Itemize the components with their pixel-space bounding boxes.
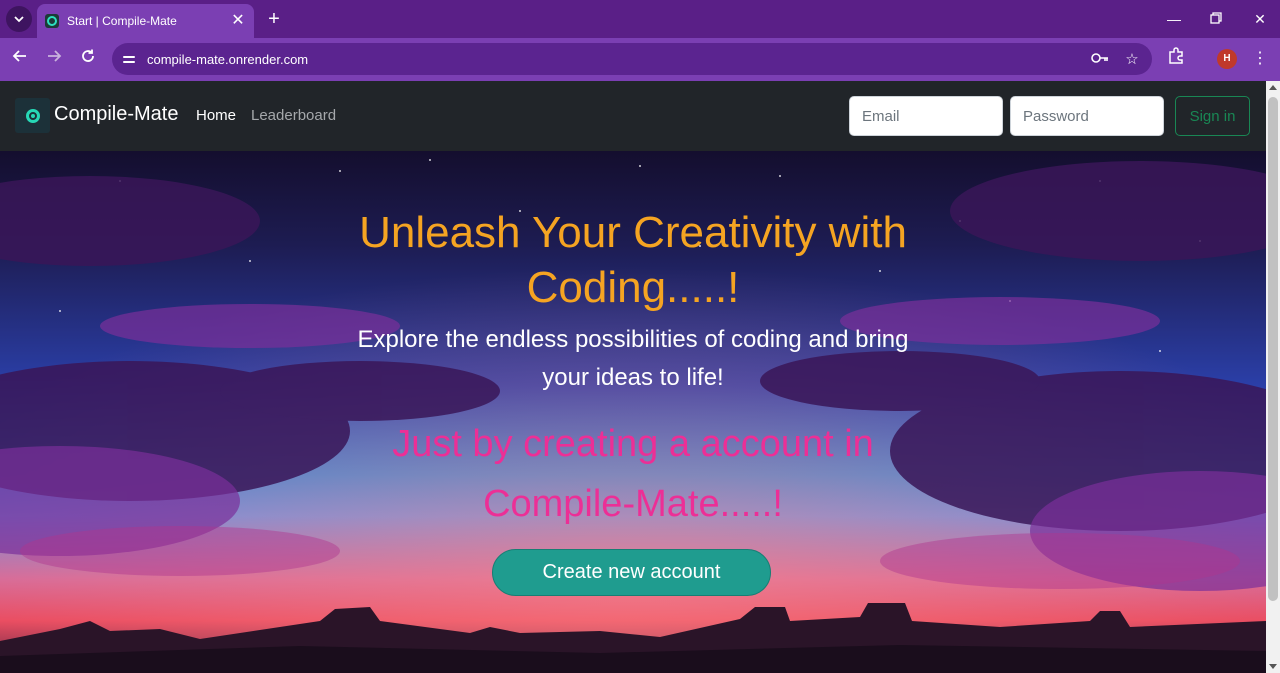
url-text[interactable]: compile-mate.onrender.com (147, 52, 1088, 67)
arrow-right-icon[interactable] (42, 47, 66, 71)
create-account-button[interactable]: Create new account (492, 549, 771, 596)
browser-tab[interactable]: Start | Compile-Mate ✕ (37, 4, 254, 38)
kebab-icon[interactable]: ⋮ (1248, 47, 1272, 71)
hero-subtitle-line-2: your ideas to life! (542, 364, 724, 391)
hero-section: Unleash Your Creativity with Coding.....… (0, 151, 1266, 673)
chevron-down-icon[interactable] (6, 6, 32, 32)
page-viewport: Compile-Mate Home Leaderboard Sign in (0, 81, 1266, 673)
password-field[interactable] (1010, 96, 1164, 136)
key-icon[interactable] (1088, 51, 1112, 68)
hero-title-line-2: Coding.....! (526, 263, 740, 312)
restore-icon[interactable] (1204, 8, 1228, 30)
browser-tab-bar: Start | Compile-Mate ✕ + — ✕ (0, 0, 1280, 38)
plus-icon[interactable]: + (262, 8, 286, 30)
reload-icon[interactable] (76, 47, 100, 71)
brand-name[interactable]: Compile-Mate (54, 103, 178, 126)
hero-cta-line-2: Compile-Mate.....! (483, 483, 783, 525)
address-bar[interactable]: compile-mate.onrender.com ☆ (112, 43, 1152, 75)
tab-title: Start | Compile-Mate (67, 14, 177, 28)
hero-cta-line-1: Just by creating a account in (392, 423, 874, 465)
minimize-icon[interactable]: — (1162, 8, 1186, 30)
site-navbar: Compile-Mate Home Leaderboard Sign in (0, 81, 1266, 151)
avatar[interactable]: H (1217, 49, 1237, 69)
favicon-icon (45, 14, 59, 28)
email-field[interactable] (849, 96, 1003, 136)
arrow-left-icon[interactable] (8, 47, 32, 71)
hero-subtitle-line-1: Explore the endless possibilities of cod… (357, 326, 909, 353)
browser-toolbar: compile-mate.onrender.com ☆ ⋮ (0, 38, 1280, 81)
scrollbar-thumb[interactable] (1268, 97, 1278, 601)
brand-logo-icon[interactable] (15, 98, 50, 133)
tune-icon[interactable] (118, 48, 140, 70)
nav-link-leaderboard[interactable]: Leaderboard (251, 107, 336, 124)
scroll-down-icon[interactable] (1269, 664, 1277, 669)
close-icon[interactable]: ✕ (230, 13, 246, 29)
page-scrollbar[interactable] (1266, 81, 1280, 673)
nav-link-home[interactable]: Home (196, 107, 236, 124)
sign-in-button[interactable]: Sign in (1175, 96, 1250, 136)
star-icon[interactable]: ☆ (1120, 50, 1144, 68)
hero-title-line-1: Unleash Your Creativity with (359, 208, 907, 257)
scroll-up-icon[interactable] (1269, 85, 1277, 90)
puzzle-icon[interactable] (1164, 47, 1188, 71)
close-window-icon[interactable]: ✕ (1248, 8, 1272, 30)
